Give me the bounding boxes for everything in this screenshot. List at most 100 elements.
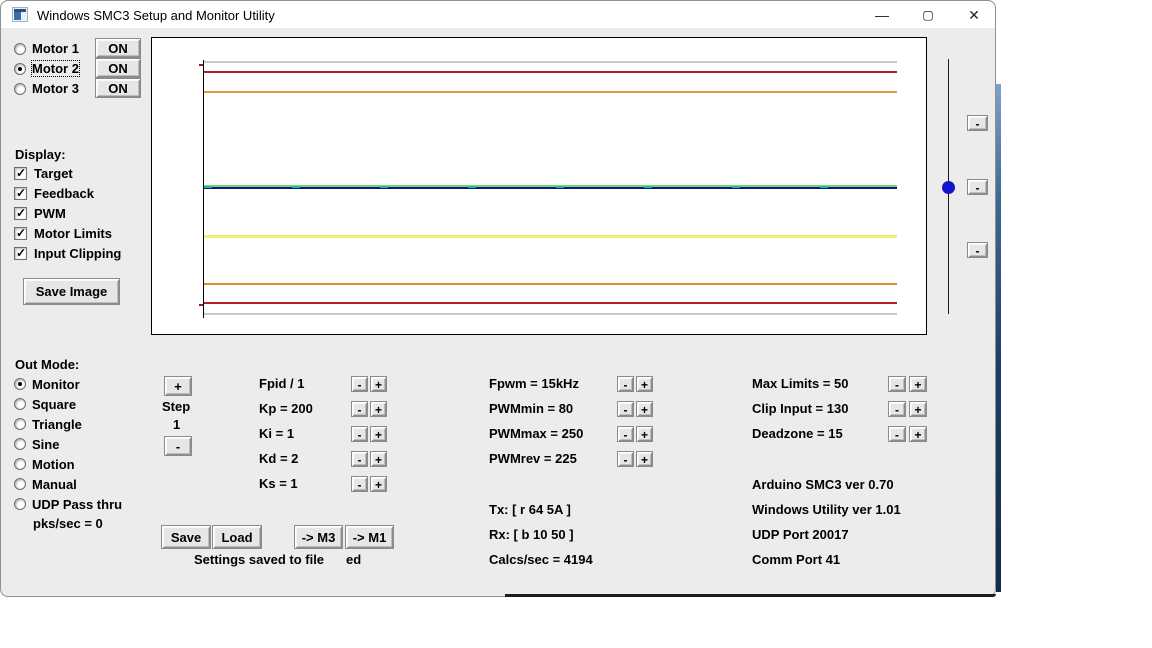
- scope-canvas: [151, 37, 927, 335]
- motor-2-on-button[interactable]: ON: [95, 58, 141, 78]
- copy-to-m3-button[interactable]: -> M3: [294, 525, 343, 549]
- display-motor-limits-checkbox[interactable]: [14, 227, 27, 240]
- out-mode-sine-label: Sine: [32, 437, 60, 452]
- display-target-label: Target: [34, 166, 73, 181]
- out-mode-manual-radio[interactable]: [14, 478, 26, 490]
- deadzone-minus-button[interactable]: -: [888, 426, 906, 442]
- scale-bottom-minus-button[interactable]: -: [967, 242, 988, 258]
- fpwm-label: Fpwm = 15kHz: [489, 376, 579, 391]
- kp-minus-button[interactable]: -: [351, 401, 368, 417]
- step-value: 1: [173, 417, 181, 432]
- step-plus-button[interactable]: +: [164, 376, 192, 396]
- out-mode-udp-label: UDP Pass thru: [32, 497, 123, 512]
- step-label: Step: [162, 399, 191, 414]
- step-minus-button[interactable]: -: [164, 436, 192, 456]
- desktop: Windows SMC3 Setup and Monitor Utility —…: [0, 0, 1152, 648]
- pwmmin-label: PWMmin = 80: [489, 401, 574, 416]
- ks-plus-button[interactable]: +: [370, 476, 387, 492]
- out-mode-manual-label: Manual: [32, 477, 77, 492]
- display-pwm-checkbox[interactable]: [14, 207, 27, 220]
- title-bar: Windows SMC3 Setup and Monitor Utility —…: [1, 1, 995, 29]
- fpid-label: Fpid / 1: [259, 376, 305, 391]
- max-limits-minus-button[interactable]: -: [888, 376, 906, 392]
- windows-utility-version: Windows Utility ver 1.01: [752, 502, 901, 517]
- kd-plus-button[interactable]: +: [370, 451, 387, 467]
- pwmrev-plus-button[interactable]: +: [636, 451, 653, 467]
- out-mode-square-radio[interactable]: [14, 398, 26, 410]
- out-mode-motion-radio[interactable]: [14, 458, 26, 470]
- ki-minus-button[interactable]: -: [351, 426, 368, 442]
- deadzone-plus-button[interactable]: +: [909, 426, 927, 442]
- scale-mid-minus-button[interactable]: -: [967, 179, 988, 195]
- settings-status-text: Settings saved to file: [194, 552, 325, 567]
- out-mode-triangle-label: Triangle: [32, 417, 82, 432]
- display-pwm-label: PWM: [34, 206, 66, 221]
- out-mode-monitor-radio[interactable]: [14, 378, 26, 390]
- kd-label: Kd = 2: [259, 451, 299, 466]
- display-feedback-checkbox[interactable]: [14, 187, 27, 200]
- scope-line-frame-bottom: [204, 313, 897, 315]
- display-input-clipping-label: Input Clipping: [34, 246, 122, 261]
- clip-input-plus-button[interactable]: +: [909, 401, 927, 417]
- motor-1-on-button[interactable]: ON: [95, 38, 141, 58]
- motor-1-label: Motor 1: [32, 41, 79, 56]
- pwmmin-plus-button[interactable]: +: [636, 401, 653, 417]
- maximize-button[interactable]: ▢: [905, 1, 951, 29]
- scope-tick-bottom: [199, 304, 203, 306]
- pwmmax-plus-button[interactable]: +: [636, 426, 653, 442]
- motor-3-on-button[interactable]: ON: [95, 78, 141, 98]
- max-limits-label: Max Limits = 50: [752, 376, 849, 391]
- pwmrev-minus-button[interactable]: -: [617, 451, 634, 467]
- minimize-button[interactable]: —: [859, 1, 905, 29]
- motor-1-radio[interactable]: [14, 43, 26, 55]
- motor-2-radio[interactable]: [14, 63, 26, 75]
- window-title: Windows SMC3 Setup and Monitor Utility: [37, 8, 275, 23]
- arduino-version: Arduino SMC3 ver 0.70: [752, 477, 894, 492]
- rx-status: Rx: [ b 10 50 ]: [489, 527, 574, 542]
- kp-label: Kp = 200: [259, 401, 313, 416]
- ks-label: Ks = 1: [259, 476, 298, 491]
- scope-line-feedback-dashes: [204, 186, 897, 188]
- ki-label: Ki = 1: [259, 426, 295, 441]
- out-mode-triangle-radio[interactable]: [14, 418, 26, 430]
- display-target-checkbox[interactable]: [14, 167, 27, 180]
- calcs-per-sec: Calcs/sec = 4194: [489, 552, 593, 567]
- motor-3-label: Motor 3: [32, 81, 79, 96]
- pwmmin-minus-button[interactable]: -: [617, 401, 634, 417]
- scope-line-clip-lower: [204, 302, 897, 304]
- load-settings-button[interactable]: Load: [212, 525, 262, 549]
- pwmmax-label: PWMmax = 250: [489, 426, 584, 441]
- out-mode-heading: Out Mode:: [15, 357, 80, 372]
- display-input-clipping-checkbox[interactable]: [14, 247, 27, 260]
- out-mode-udp-radio[interactable]: [14, 498, 26, 510]
- scale-top-minus-button[interactable]: -: [967, 115, 988, 131]
- ks-minus-button[interactable]: -: [351, 476, 368, 492]
- fpwm-plus-button[interactable]: +: [636, 376, 653, 392]
- app-window: Windows SMC3 Setup and Monitor Utility —…: [0, 0, 996, 597]
- scope-slider-thumb[interactable]: [942, 181, 955, 194]
- fpid-plus-button[interactable]: +: [370, 376, 387, 392]
- out-mode-sine-radio[interactable]: [14, 438, 26, 450]
- max-limits-plus-button[interactable]: +: [909, 376, 927, 392]
- scope-line-frame-top: [204, 61, 897, 63]
- fpid-minus-button[interactable]: -: [351, 376, 368, 392]
- save-image-button[interactable]: Save Image: [23, 278, 120, 305]
- scope-line-pwm: [204, 235, 897, 238]
- display-heading: Display:: [15, 147, 66, 162]
- out-mode-square-label: Square: [32, 397, 77, 412]
- motor-3-radio[interactable]: [14, 83, 26, 95]
- display-feedback-label: Feedback: [34, 186, 94, 201]
- window-bottom-edge: [505, 594, 996, 597]
- close-button[interactable]: ✕: [951, 1, 997, 29]
- scope-line-clip-upper: [204, 71, 897, 73]
- save-settings-button[interactable]: Save: [161, 525, 211, 549]
- fpwm-minus-button[interactable]: -: [617, 376, 634, 392]
- clip-input-minus-button[interactable]: -: [888, 401, 906, 417]
- pks-per-sec-value: pks/sec = 0: [33, 516, 103, 531]
- kp-plus-button[interactable]: +: [370, 401, 387, 417]
- copy-to-m1-button[interactable]: -> M1: [345, 525, 394, 549]
- ki-plus-button[interactable]: +: [370, 426, 387, 442]
- motor-2-label: Motor 2: [31, 60, 80, 77]
- kd-minus-button[interactable]: -: [351, 451, 368, 467]
- pwmmax-minus-button[interactable]: -: [617, 426, 634, 442]
